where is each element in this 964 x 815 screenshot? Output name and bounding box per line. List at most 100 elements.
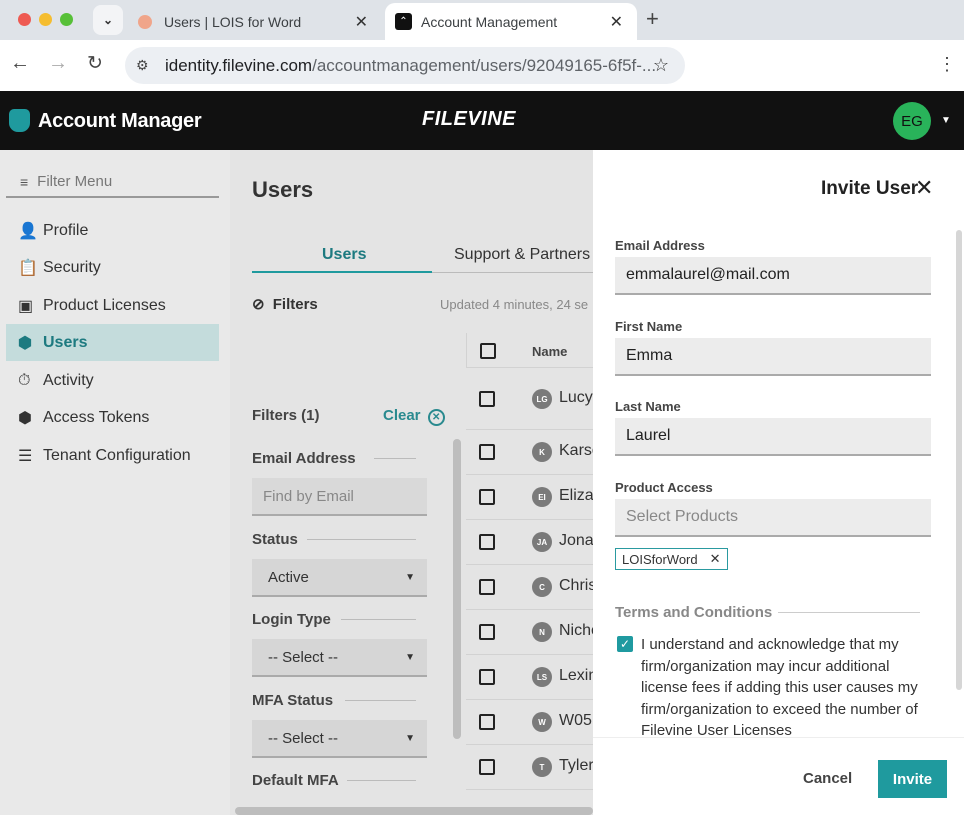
table-row[interactable]: C Chris [466, 565, 596, 610]
table-row[interactable]: JA Jona [466, 520, 594, 565]
row-checkbox[interactable] [479, 714, 495, 730]
tab-users[interactable]: Users [322, 246, 366, 264]
clear-filters-label: Clear [383, 407, 421, 424]
row-checkbox[interactable] [479, 669, 495, 685]
modal-scrollbar[interactable] [956, 230, 962, 690]
filter-menu-input[interactable]: ≡ Filter Menu [6, 167, 219, 198]
browser-tab-lois[interactable]: Users | LOIS for Word ✕ [128, 3, 382, 40]
row-checkbox[interactable] [479, 489, 495, 505]
clear-filters-button[interactable]: Clear ✕ [383, 407, 445, 426]
caret-down-icon: ▼ [405, 732, 415, 744]
avatar: W [532, 712, 552, 732]
product-chip-label: LOISforWord [622, 551, 698, 567]
email-filter-label: Email Address [252, 450, 356, 467]
lois-favicon-icon [138, 14, 152, 29]
tab-search-button[interactable]: ⌄ [93, 5, 123, 35]
last-name-value: Laurel [626, 427, 671, 444]
window-close-dot[interactable] [18, 13, 31, 26]
sidebar-item-product-licenses[interactable]: ▣ Product Licenses [6, 287, 219, 324]
table-row[interactable]: K Karso [466, 430, 601, 475]
table-row[interactable]: W W05 [466, 700, 593, 745]
activity-icon: ⏱ [18, 371, 31, 389]
sidebar-item-label: Users [43, 333, 88, 351]
table-row[interactable]: LG Lucy [466, 368, 593, 430]
forward-arrow-icon[interactable]: → [48, 52, 68, 75]
user-avatar[interactable]: EG [893, 102, 931, 140]
back-arrow-icon[interactable]: ← [10, 52, 30, 75]
filters-count: Filters (1) [252, 407, 320, 424]
user-name[interactable]: Chris [559, 577, 596, 595]
sidebar-item-label: Activity [43, 371, 94, 389]
row-checkbox[interactable] [479, 579, 495, 595]
sidebar-item-users[interactable]: ⬢ Users [6, 324, 219, 361]
url-field[interactable]: ⚙ identity.filevine.com/accountmanagemen… [125, 47, 685, 84]
login-type-select[interactable]: -- Select -- ▼ [252, 639, 427, 677]
user-name[interactable]: Tyler [559, 757, 594, 775]
table-header: Name [466, 333, 593, 368]
checkmark-icon: ✓ [619, 637, 631, 651]
close-icon[interactable]: ✕ [915, 175, 933, 201]
sidebar-item-tenant-configuration[interactable]: ☰ Tenant Configuration [6, 437, 219, 474]
window-maximize-dot[interactable] [60, 13, 73, 26]
reload-icon[interactable]: ↻ [87, 52, 103, 75]
terms-heading: Terms and Conditions [615, 604, 773, 621]
user-name[interactable]: Lucy [559, 389, 593, 407]
table-row[interactable]: N Nicho [466, 610, 600, 655]
product-access-label: Product Access [615, 480, 713, 495]
user-name[interactable]: Eliza [559, 487, 594, 505]
window-minimize-dot[interactable] [39, 13, 52, 26]
sidebar-item-access-tokens[interactable]: ⬢ Access Tokens [6, 399, 219, 436]
user-name[interactable]: Lexin [559, 667, 597, 685]
browser-tab-account-management[interactable]: ⌃ Account Management ✕ [385, 3, 637, 40]
last-name-field[interactable]: Laurel [615, 418, 931, 456]
cube-icon: ⬢ [18, 334, 32, 352]
caret-down-icon[interactable]: ▼ [941, 115, 951, 126]
user-name[interactable]: Jona [559, 532, 594, 550]
sidebar-item-profile[interactable]: 👤 Profile [6, 212, 219, 249]
email-filter-placeholder: Find by Email [263, 487, 354, 505]
sidebar-item-security[interactable]: 📋 Security [6, 249, 219, 286]
row-checkbox[interactable] [479, 391, 495, 407]
status-select[interactable]: Active ▼ [252, 559, 427, 597]
first-name-field[interactable]: Emma [615, 338, 931, 376]
bookmark-star-icon[interactable]: ☆ [653, 55, 669, 76]
close-icon[interactable]: ✕ [610, 12, 623, 32]
terms-checkbox[interactable]: ✓ [617, 636, 633, 652]
url-host: identity.filevine.com [165, 55, 313, 75]
tab-support-partners[interactable]: Support & Partners [454, 246, 590, 264]
mfa-status-select[interactable]: -- Select -- ▼ [252, 720, 427, 758]
sidebar-item-activity[interactable]: ⏱ Activity [6, 362, 219, 399]
default-mfa-label: Default MFA [252, 772, 339, 789]
row-checkbox[interactable] [479, 444, 495, 460]
table-row[interactable]: EI Eliza [466, 475, 594, 520]
row-checkbox[interactable] [479, 759, 495, 775]
name-column-header[interactable]: Name [532, 344, 567, 359]
select-all-checkbox[interactable] [480, 343, 496, 359]
email-field[interactable]: emmalaurel@mail.com [615, 257, 931, 295]
sidebar-item-label: Tenant Configuration [43, 446, 191, 464]
updated-timestamp: Updated 4 minutes, 24 se [440, 297, 589, 312]
site-settings-icon[interactable]: ⚙ [136, 57, 149, 74]
row-checkbox[interactable] [479, 534, 495, 550]
new-tab-icon[interactable]: + [646, 6, 659, 32]
close-icon[interactable]: ✕ [710, 551, 721, 567]
close-icon[interactable]: ✕ [355, 12, 368, 32]
filter-off-icon: ⊘ [252, 296, 265, 313]
email-filter-input[interactable]: Find by Email [252, 478, 427, 516]
browser-menu-icon[interactable]: ⋮ [938, 54, 956, 75]
cancel-button[interactable]: Cancel [803, 770, 852, 787]
invite-button[interactable]: Invite [878, 760, 947, 798]
filters-scrollbar[interactable] [453, 439, 461, 739]
table-horizontal-scrollbar[interactable] [235, 807, 593, 815]
status-select-value: Active [268, 568, 309, 586]
table-row[interactable]: T Tyler [466, 745, 594, 790]
user-name[interactable]: W05 [559, 712, 592, 730]
users-table: Name LG Lucy K Karso EI Eliza JA Jona C … [466, 333, 601, 803]
filters-panel: Filters (1) Clear ✕ Email Address Find b… [230, 333, 466, 803]
product-chip: LOISforWord ✕ [615, 548, 728, 570]
table-row[interactable]: LS Lexin [466, 655, 597, 700]
sidebar-item-label: Profile [43, 221, 89, 239]
filters-toggle[interactable]: ⊘ Filters [252, 295, 318, 313]
product-access-select[interactable]: Select Products [615, 499, 931, 537]
row-checkbox[interactable] [479, 624, 495, 640]
